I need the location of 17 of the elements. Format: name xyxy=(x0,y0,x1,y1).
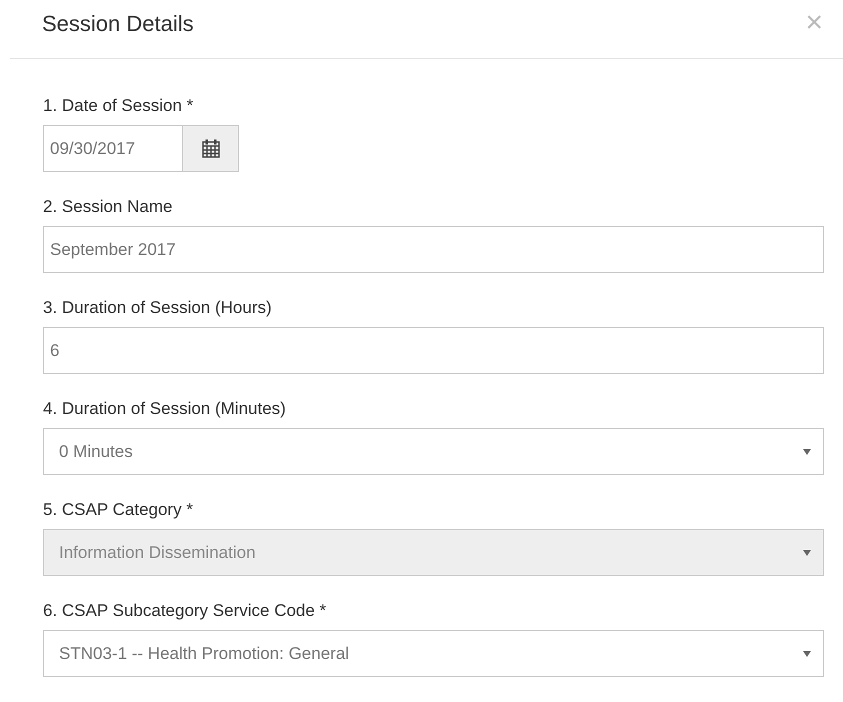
select-field[interactable]: STN03-1 -- Health Promotion: General xyxy=(43,630,824,677)
field-label: 3. Duration of Session (Hours) xyxy=(43,297,273,319)
text-field[interactable]: 6 xyxy=(43,327,824,374)
caret-icon xyxy=(803,550,811,556)
caret-icon xyxy=(803,650,811,656)
dialog-title: Session Details xyxy=(42,10,194,38)
field-label: 1. Date of Session * xyxy=(43,95,194,117)
field-label: 2. Session Name xyxy=(43,196,174,218)
field-label: 5. CSAP Category * xyxy=(43,499,194,521)
calendar-button[interactable] xyxy=(183,125,239,172)
select-field[interactable]: 0 Minutes xyxy=(43,428,824,475)
date-field[interactable]: 09/30/2017 xyxy=(43,125,183,172)
field-label: 6. CSAP Subcategory Service Code * xyxy=(43,600,328,622)
text-field[interactable]: September 2017 xyxy=(43,226,824,273)
field-label: 4. Duration of Session (Minutes) xyxy=(43,398,287,420)
calendar-icon xyxy=(202,139,220,158)
caret-icon xyxy=(803,448,811,454)
